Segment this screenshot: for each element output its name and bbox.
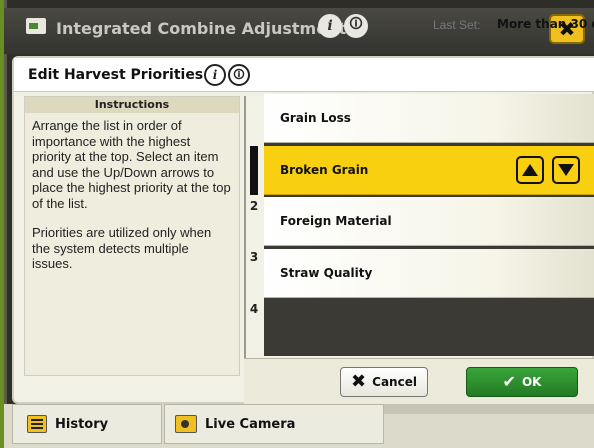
edit-priorities-dialog: Edit Harvest Priorities i 🛈 Instructions… — [12, 56, 594, 404]
priority-list: Grain Loss Broken Grain Foreign Material… — [264, 94, 594, 356]
instructions-heading: Instructions — [25, 97, 239, 113]
up-arrow-icon — [522, 164, 538, 176]
last-set-label: Last Set: — [433, 18, 481, 32]
priority-item-broken-grain[interactable]: Broken Grain — [264, 146, 594, 195]
instructions-paragraph: Priorities are utilized only when the sy… — [32, 225, 212, 271]
priority-item-straw-quality[interactable]: Straw Quality — [264, 249, 594, 298]
down-arrow-icon — [558, 164, 574, 176]
camera-icon — [175, 415, 197, 433]
dialog-footer: ✖ Cancel ✔ OK — [244, 358, 594, 404]
priority-rank: 3 — [249, 250, 259, 264]
move-down-button[interactable] — [552, 156, 580, 184]
app-title: Integrated Combine Adjustment 2 — [56, 19, 363, 38]
live-camera-label: Live Camera — [205, 416, 296, 432]
x-icon: ✖ — [351, 371, 367, 392]
history-tab[interactable]: History — [12, 404, 162, 444]
instructions-text: Arrange the list in order of importance … — [25, 113, 239, 272]
cart-icon[interactable]: 🛈 — [344, 14, 368, 38]
priority-label: Broken Grain — [280, 163, 369, 177]
last-set-bar — [384, 404, 594, 414]
priority-numbers: 1 2 3 4 — [246, 94, 264, 358]
instructions-panel: Instructions Arrange the list in order o… — [24, 96, 240, 376]
info-icon[interactable]: i — [318, 14, 342, 38]
priority-label: Grain Loss — [280, 111, 351, 125]
ok-label: OK — [521, 375, 542, 389]
bottom-strip: History Live Camera — [4, 404, 594, 448]
cancel-label: Cancel — [372, 375, 417, 389]
selection-marker — [250, 146, 258, 195]
priority-item-foreign-material[interactable]: Foreign Material — [264, 197, 594, 246]
checkmark-icon: ✔ — [502, 372, 516, 391]
priority-label: Foreign Material — [280, 214, 392, 228]
app-logo-icon — [26, 18, 46, 34]
history-list-icon — [27, 415, 47, 433]
info-icon[interactable]: i — [204, 64, 226, 86]
priority-rank: 4 — [249, 302, 259, 316]
dialog-header: Edit Harvest Priorities i 🛈 — [14, 58, 594, 92]
priority-label: Straw Quality — [280, 266, 373, 280]
live-camera-tab[interactable]: Live Camera — [164, 404, 384, 444]
cart-icon[interactable]: 🛈 — [228, 64, 250, 86]
ok-button[interactable]: ✔ OK — [466, 367, 578, 397]
last-set-value: More than 30 da... — [497, 17, 594, 31]
instructions-paragraph: Arrange the list in order of importance … — [32, 118, 231, 211]
priority-item-grain-loss[interactable]: Grain Loss — [264, 94, 594, 143]
cancel-button[interactable]: ✖ Cancel — [340, 367, 428, 397]
history-label: History — [55, 416, 109, 432]
dialog-title: Edit Harvest Priorities — [28, 67, 204, 83]
move-up-button[interactable] — [516, 156, 544, 184]
